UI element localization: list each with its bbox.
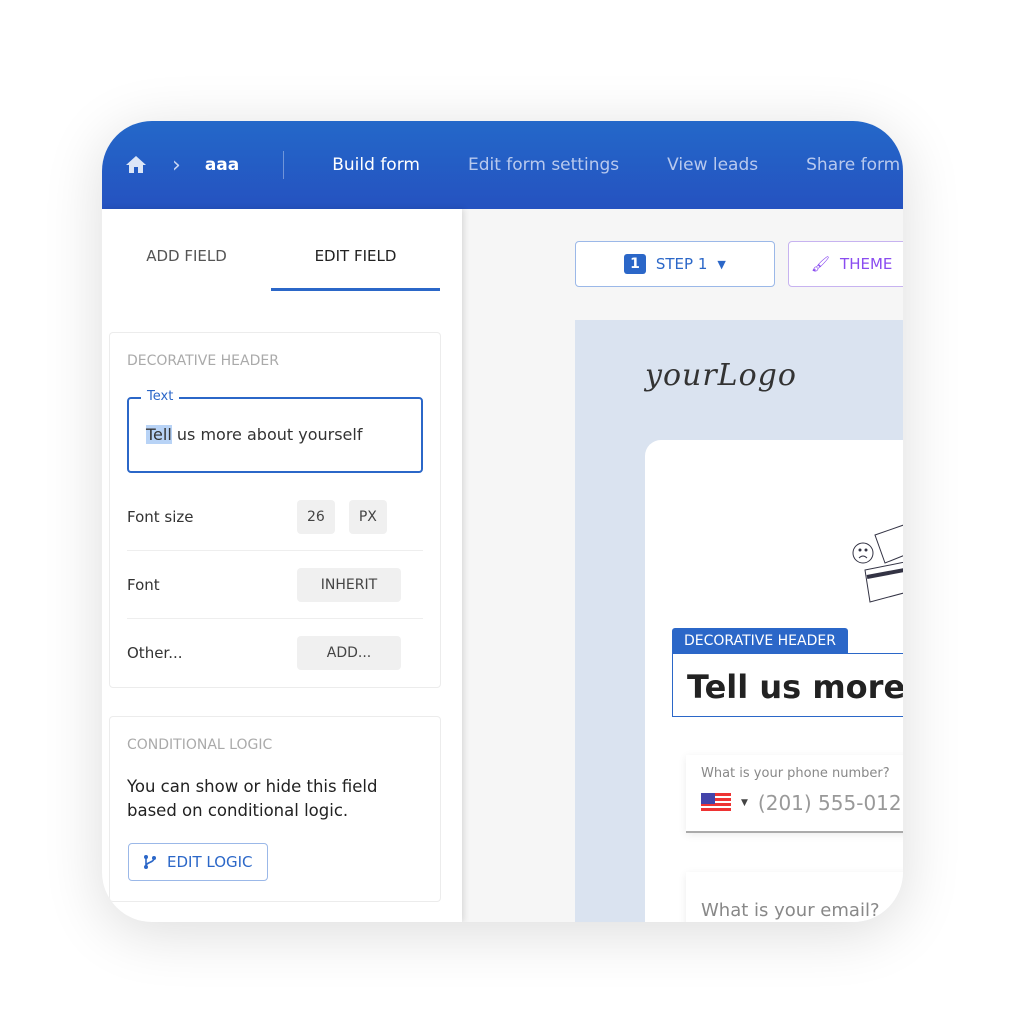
selected-text: Tell (146, 425, 172, 444)
header-text: Tell us more about yourself (672, 653, 903, 717)
chevron-right-icon: › (172, 152, 181, 178)
font-select[interactable]: INHERIT (297, 567, 401, 602)
font-label: Font (127, 575, 160, 594)
branch-icon (144, 855, 156, 869)
sidebar: ADD FIELD EDIT FIELD DECORATIVE HEADER T… (102, 209, 462, 922)
tab-edit-field[interactable]: EDIT FIELD (271, 209, 440, 291)
add-other-button[interactable]: ADD... (297, 636, 401, 670)
nav-view-leads[interactable]: View leads (667, 155, 758, 175)
brush-icon: 🖌 (811, 255, 831, 273)
form-preview-area: 1 STEP 1 ▼ 🖌 THEME yourLogo DECORATIVE H… (462, 209, 903, 922)
edit-logic-label: EDIT LOGIC (167, 853, 253, 871)
nav-share-form[interactable]: Share form (806, 155, 900, 175)
panel-title: DECORATIVE HEADER (127, 353, 279, 369)
tab-add-field[interactable]: ADD FIELD (102, 209, 271, 291)
nav-edit-form-settings[interactable]: Edit form settings (468, 155, 619, 175)
step-label: STEP 1 (655, 255, 708, 273)
theme-button[interactable]: 🖌 THEME (788, 241, 903, 287)
phone-field[interactable]: What is your phone number? ▼ (201) 555-0… (686, 755, 903, 833)
font-size-unit[interactable]: PX (348, 499, 387, 534)
us-flag-icon[interactable] (701, 793, 731, 813)
decorative-header-panel: DECORATIVE HEADER Text Tell us more abou… (109, 332, 441, 688)
conditional-logic-description: You can show or hide this field based on… (127, 777, 378, 820)
step-selector[interactable]: 1 STEP 1 ▼ (575, 241, 775, 287)
logo: yourLogo (645, 358, 797, 393)
other-label: Other... (127, 644, 183, 662)
text-field-label: Text (141, 389, 180, 404)
step-number: 1 (624, 254, 646, 274)
conditional-logic-panel: CONDITIONAL LOGIC You can show or hide t… (109, 716, 441, 902)
form-canvas: yourLogo DECORATIVE HEADER Tell us more … (575, 320, 903, 922)
caret-down-icon[interactable]: ▼ (741, 798, 748, 808)
decorative-header-field[interactable]: DECORATIVE HEADER Tell us more about you… (672, 628, 903, 717)
panel-title: CONDITIONAL LOGIC (127, 737, 273, 753)
font-size-label: Font size (127, 507, 194, 526)
text-value: us more about yourself (171, 425, 363, 444)
divider (283, 151, 285, 179)
nav-build-form[interactable]: Build form (332, 155, 420, 175)
home-icon[interactable] (124, 153, 148, 177)
field-type-tag: DECORATIVE HEADER (672, 628, 848, 653)
text-field[interactable]: Text Tell us more about yourself (127, 389, 423, 473)
form-card: DECORATIVE HEADER Tell us more about you… (645, 440, 903, 922)
theme-label: THEME (840, 255, 893, 273)
breadcrumb-form[interactable]: aaa (205, 155, 239, 175)
caret-down-icon: ▼ (717, 257, 726, 271)
font-size-input[interactable]: 26 (297, 499, 335, 534)
email-field[interactable]: What is your email? (686, 872, 903, 922)
phone-question: What is your phone number? (701, 766, 890, 781)
app-window: › aaa Build form Edit form settings View… (102, 121, 903, 922)
edit-logic-button[interactable]: EDIT LOGIC (128, 843, 268, 881)
phone-input[interactable]: (201) 555-0123 (758, 791, 903, 815)
email-question: What is your email? (701, 900, 880, 921)
credit-score-illustration-icon (852, 524, 903, 603)
top-bar: › aaa Build form Edit form settings View… (102, 121, 903, 209)
